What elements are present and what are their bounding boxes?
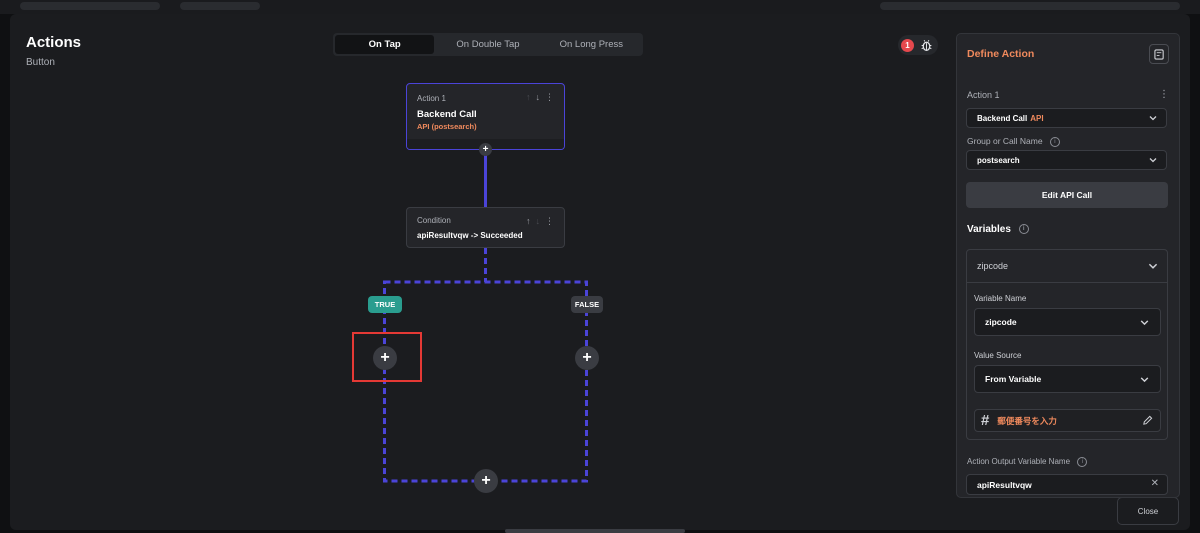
action-node-title: Backend Call (417, 109, 477, 120)
group-dropdown[interactable]: postsearch (966, 150, 1167, 170)
group-label-row: Group or Call Name i (967, 136, 1060, 147)
info-icon[interactable]: i (1049, 136, 1060, 147)
variable-header[interactable]: zipcode (967, 250, 1167, 283)
chevron-down-icon (1148, 263, 1158, 269)
value-source-label: Value Source (974, 351, 1022, 360)
true-branch-label: TRUE (368, 296, 402, 313)
background-top-strip (0, 0, 1200, 14)
variables-title-row: Variables i (967, 224, 1029, 235)
add-note-icon[interactable] (1149, 44, 1169, 64)
output-label: Action Output Variable Name (967, 457, 1071, 467)
info-icon[interactable]: i (1018, 224, 1029, 235)
move-down-icon[interactable]: ↓ (536, 216, 541, 227)
add-false-action-button[interactable]: + (575, 346, 599, 370)
background-blob (20, 2, 160, 10)
condition-node-label: Condition (417, 216, 451, 225)
condition-node[interactable]: Condition apiResultvqw -> Succeeded ↑ ↓ … (406, 207, 565, 248)
action-node-controls: ↑ ↓ ⋮ (526, 92, 554, 103)
variable-card: zipcode Variable Name zipcode Value Sour… (966, 249, 1168, 440)
action-node-backend-call[interactable]: Action 1 Backend Call API (postsearch) ↑… (406, 83, 565, 150)
define-action-panel: Define Action Action 1 ⋮ Backend Call AP… (956, 33, 1180, 498)
move-down-icon[interactable]: ↓ (536, 92, 541, 103)
variable-source-field[interactable]: # 郵便番号を入力 (974, 409, 1161, 432)
chevron-down-icon (1149, 158, 1157, 163)
group-value: postsearch (977, 155, 1020, 165)
actions-modal: Actions Button On Tap On Double Tap On L… (10, 14, 1190, 530)
more-icon[interactable]: ⋮ (545, 92, 554, 103)
false-branch-label: FALSE (571, 296, 603, 313)
variable-name-value: zipcode (985, 317, 1017, 327)
action-label: Action 1 (967, 90, 1000, 100)
move-up-icon[interactable]: ↑ (526, 92, 531, 103)
value-source-dropdown[interactable]: From Variable (974, 365, 1161, 393)
action-node-subtitle: API (postsearch) (417, 122, 477, 131)
variables-title: Variables (967, 224, 1011, 235)
background-blob (180, 2, 260, 10)
edit-api-call-button[interactable]: Edit API Call (966, 182, 1168, 208)
condition-node-title: apiResultvqw -> Succeeded (417, 231, 523, 240)
scroll-indicator (505, 529, 685, 533)
background-blob (880, 2, 1180, 10)
group-label: Group or Call Name (967, 136, 1043, 146)
chevron-down-icon (1140, 320, 1149, 326)
variable-header-name: zipcode (977, 261, 1009, 271)
variable-name-dropdown[interactable]: zipcode (974, 308, 1161, 336)
variable-name-label: Variable Name (974, 294, 1027, 303)
move-up-icon[interactable]: ↑ (526, 216, 531, 227)
action-type-accent: API (1030, 113, 1044, 123)
more-icon[interactable]: ⋮ (1159, 89, 1169, 100)
chevron-down-icon (1140, 377, 1149, 383)
action-node-label: Action 1 (417, 94, 446, 103)
add-after-condition-button[interactable]: + (474, 469, 498, 493)
condition-node-controls: ↑ ↓ ⋮ (526, 216, 554, 227)
output-variable-field[interactable]: apiResultvqw ✕ (966, 474, 1168, 495)
hash-icon: # (981, 412, 990, 429)
output-label-row: Action Output Variable Name i (967, 457, 1088, 467)
add-action-button[interactable]: + (479, 143, 492, 156)
action-type-dropdown[interactable]: Backend Call API (966, 108, 1167, 128)
info-icon[interactable]: i (1077, 457, 1088, 467)
output-variable-value: apiResultvqw (977, 479, 1032, 490)
highlight-box (352, 332, 422, 382)
pencil-icon[interactable] (1142, 415, 1153, 426)
chevron-down-icon (1149, 116, 1157, 121)
action-type-value: Backend Call (977, 113, 1028, 123)
close-button[interactable]: Close (1117, 497, 1179, 525)
clear-icon[interactable]: ✕ (1151, 478, 1159, 489)
panel-title: Define Action (967, 48, 1035, 60)
variable-source-text: 郵便番号を入力 (997, 415, 1057, 426)
value-source-value: From Variable (985, 374, 1042, 384)
more-icon[interactable]: ⋮ (545, 216, 554, 227)
